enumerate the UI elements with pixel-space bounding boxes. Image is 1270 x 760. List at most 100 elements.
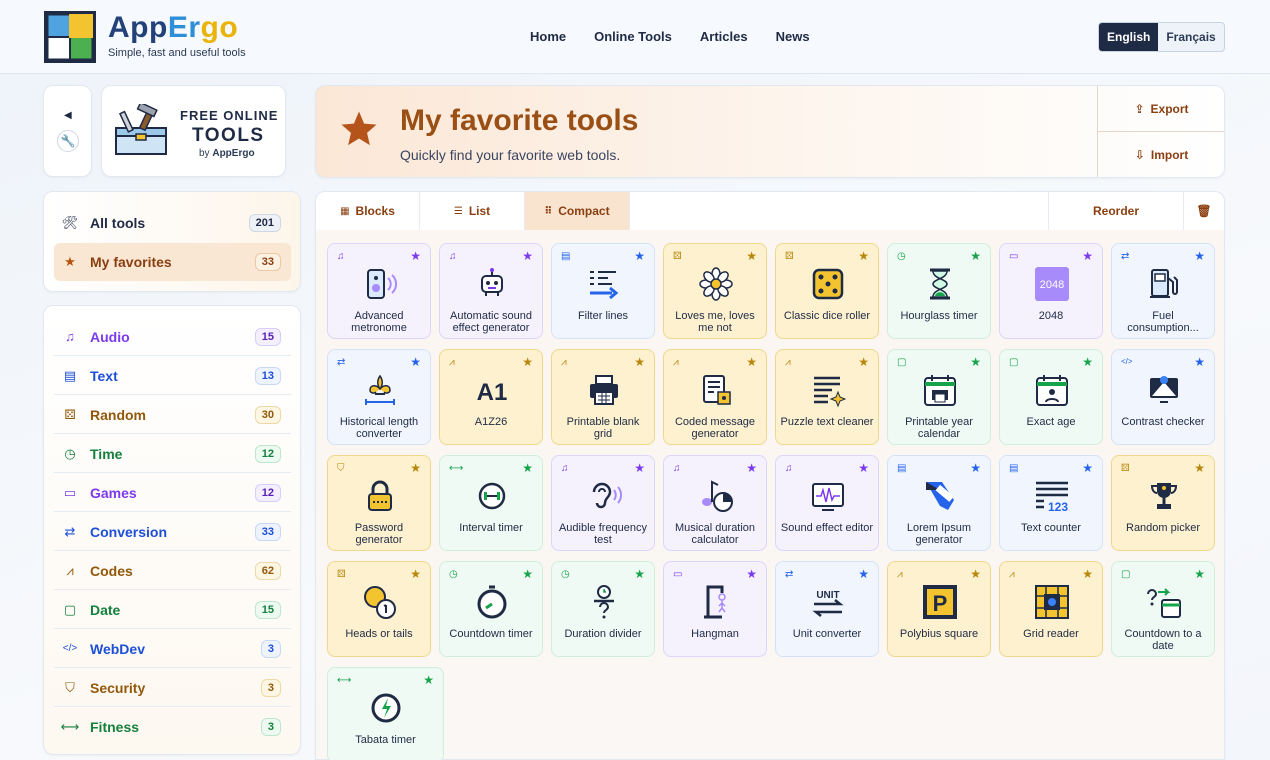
- coded-message-icon: [703, 375, 731, 405]
- sidebar-toggle[interactable]: ◀ 🔧: [43, 85, 92, 177]
- star-icon[interactable]: ★: [746, 567, 757, 581]
- tool-tile[interactable]: ▢ ★ Exact age: [999, 349, 1103, 445]
- nav-news[interactable]: News: [776, 29, 810, 44]
- star-icon[interactable]: ★: [410, 567, 421, 581]
- tool-tile[interactable]: ⇄ ★ UNIT Unit converter: [775, 561, 879, 657]
- tool-tile[interactable]: ⇄ ★ Fuel consumption...: [1111, 243, 1215, 339]
- tool-name: Password generator: [354, 522, 404, 546]
- sidebar-item-audio[interactable]: ♫ Audio 15: [54, 318, 291, 356]
- sidebar-item-time[interactable]: ◷ Time 12: [54, 435, 291, 473]
- nav-home[interactable]: Home: [530, 29, 566, 44]
- tool-tile[interactable]: ⩘ ★ Coded message generator: [663, 349, 767, 445]
- count-badge: 33: [254, 253, 281, 271]
- lang-french-button[interactable]: Français: [1158, 23, 1223, 51]
- star-icon[interactable]: ★: [1194, 461, 1205, 475]
- sidebar-item-fitness[interactable]: ⟷ Fitness 3: [54, 708, 291, 746]
- star-icon[interactable]: ★: [410, 461, 421, 475]
- tool-tile[interactable]: ◷ ★ Duration divider: [551, 561, 655, 657]
- tool-tile[interactable]: ◷ ★ Countdown timer: [439, 561, 543, 657]
- star-icon[interactable]: ★: [1194, 567, 1205, 581]
- tool-tile[interactable]: ♫ ★ Audible frequency test: [551, 455, 655, 551]
- tool-tile[interactable]: ⚄ ★ Classic dice roller: [775, 243, 879, 339]
- star-icon[interactable]: ★: [1194, 249, 1205, 263]
- star-icon[interactable]: ★: [746, 355, 757, 369]
- star-icon[interactable]: ★: [970, 249, 981, 263]
- tool-tile[interactable]: ♫ ★ Sound effect editor: [775, 455, 879, 551]
- star-icon[interactable]: ★: [410, 355, 421, 369]
- sidebar-item-webdev[interactable]: </> WebDev 3: [54, 630, 291, 668]
- star-icon[interactable]: ★: [1194, 355, 1205, 369]
- tool-tile[interactable]: ⚄ ★ Loves me, loves me not: [663, 243, 767, 339]
- reorder-button[interactable]: Reorder: [1049, 192, 1184, 230]
- view-compact-button[interactable]: ⠿ Compact: [525, 192, 630, 230]
- star-icon[interactable]: ★: [522, 355, 533, 369]
- star-icon[interactable]: ★: [423, 673, 434, 687]
- sidebar-item-conversion[interactable]: ⇄ Conversion 33: [54, 513, 291, 551]
- star-icon[interactable]: ★: [522, 249, 533, 263]
- tool-tile[interactable]: ♫ ★ Advanced metronome: [327, 243, 431, 339]
- star-icon[interactable]: ★: [634, 461, 645, 475]
- nav-articles[interactable]: Articles: [700, 29, 748, 44]
- tool-tile[interactable]: ⛉ ★ Password generator: [327, 455, 431, 551]
- tool-tile[interactable]: ⟷ ★ Tabata timer: [327, 667, 444, 760]
- tool-tile[interactable]: ♫ ★ Automatic sound effect generator: [439, 243, 543, 339]
- tool-tile[interactable]: ⚄ ★ Heads or tails: [327, 561, 431, 657]
- appergo-logo-icon[interactable]: [43, 10, 97, 64]
- star-icon[interactable]: ★: [746, 461, 757, 475]
- star-icon[interactable]: ★: [746, 249, 757, 263]
- sidebar-item-random[interactable]: ⚄ Random 30: [54, 396, 291, 434]
- lang-english-button[interactable]: English: [1099, 23, 1159, 51]
- tool-tile[interactable]: ▢ ★ Printable year calendar: [887, 349, 991, 445]
- sidebar-item-all-tools[interactable]: 🛠 All tools 201: [54, 204, 291, 242]
- star-icon[interactable]: ★: [634, 249, 645, 263]
- star-icon[interactable]: ★: [858, 461, 869, 475]
- tool-tile[interactable]: ▭ ★ Hangman: [663, 561, 767, 657]
- tool-tile[interactable]: ⟷ ★ Interval timer: [439, 455, 543, 551]
- star-icon[interactable]: ★: [634, 567, 645, 581]
- tool-tile[interactable]: ▤ ★ Lorem Ipsum generator: [887, 455, 991, 551]
- tool-tile[interactable]: ◷ ★ Hourglass timer: [887, 243, 991, 339]
- tool-tile[interactable]: ▢ ★ Countdown to a date: [1111, 561, 1215, 657]
- tool-tile[interactable]: ▤ ★ Filter lines: [551, 243, 655, 339]
- star-icon[interactable]: ★: [1082, 567, 1093, 581]
- tool-tile[interactable]: ⩘ ★ Puzzle text cleaner: [775, 349, 879, 445]
- star-icon[interactable]: ★: [1082, 249, 1093, 263]
- sidebar-item-date[interactable]: ▢ Date 15: [54, 591, 291, 629]
- sidebar-item-games[interactable]: ▭ Games 12: [54, 474, 291, 512]
- tool-tile[interactable]: ⩘ ★ P Polybius square: [887, 561, 991, 657]
- view-blocks-button[interactable]: ▦ Blocks: [316, 192, 420, 230]
- nav-online-tools[interactable]: Online Tools: [594, 29, 672, 44]
- tool-tile[interactable]: ⩘ ★ Printable blank grid: [551, 349, 655, 445]
- tool-tile[interactable]: ▭ ★ 2048 2048: [999, 243, 1103, 339]
- tool-tile[interactable]: ⩘ ★ Grid reader: [999, 561, 1103, 657]
- sidebar-item-security[interactable]: ⛉ Security 3: [54, 669, 291, 707]
- tool-tile[interactable]: ⩘ ★ A1 A1Z26: [439, 349, 543, 445]
- sidebar-item-text[interactable]: ▤ Text 13: [54, 357, 291, 395]
- export-button[interactable]: ⇪ Export: [1098, 86, 1224, 132]
- star-icon[interactable]: ★: [410, 249, 421, 263]
- tool-tile[interactable]: ⇄ ★ Historical length converter: [327, 349, 431, 445]
- star-icon[interactable]: ★: [1082, 355, 1093, 369]
- star-icon[interactable]: ★: [858, 355, 869, 369]
- sidebar-item-my-favorites[interactable]: ★ My favorites 33: [54, 243, 291, 281]
- star-icon[interactable]: ★: [522, 461, 533, 475]
- star-icon[interactable]: ★: [970, 567, 981, 581]
- star-icon[interactable]: ★: [634, 355, 645, 369]
- star-icon[interactable]: ★: [858, 249, 869, 263]
- star-icon[interactable]: ★: [970, 461, 981, 475]
- free-tools-promo[interactable]: FREE ONLINE TOOLS by AppErgo: [101, 85, 286, 177]
- tool-tile[interactable]: ♫ ★ Musical duration calculator: [663, 455, 767, 551]
- collapse-arrow-icon[interactable]: ◀: [64, 110, 72, 121]
- star-icon[interactable]: ★: [858, 567, 869, 581]
- star-icon[interactable]: ★: [1082, 461, 1093, 475]
- star-icon[interactable]: ★: [522, 567, 533, 581]
- tool-tile[interactable]: ⚄ ★ Random picker: [1111, 455, 1215, 551]
- view-list-button[interactable]: ☰ List: [420, 192, 525, 230]
- tool-tile[interactable]: ▤ ★ 123 Text counter: [999, 455, 1103, 551]
- brand[interactable]: AppErgo Simple, fast and useful tools: [108, 12, 246, 60]
- import-button[interactable]: ⇩ Import: [1098, 132, 1224, 177]
- tool-tile[interactable]: </> ★ Contrast checker: [1111, 349, 1215, 445]
- star-icon[interactable]: ★: [970, 355, 981, 369]
- sidebar-item-codes[interactable]: ⩘ Codes 62: [54, 552, 291, 590]
- delete-button[interactable]: 🗑: [1184, 192, 1224, 230]
